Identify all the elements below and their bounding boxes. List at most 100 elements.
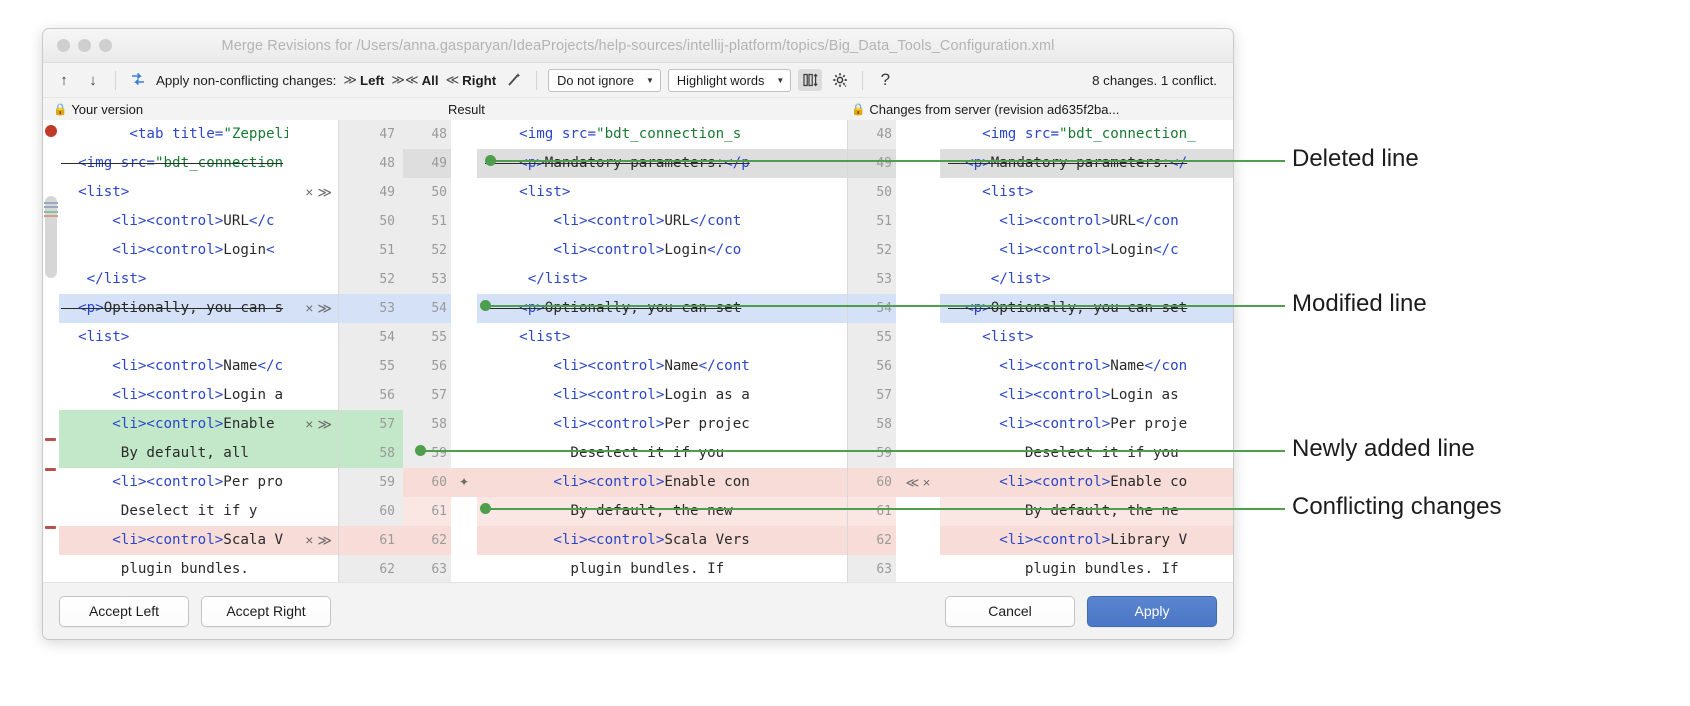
annotation-leader-segment [485, 508, 1285, 510]
right-row[interactable]: 63 plugin bundles. If [848, 555, 1233, 582]
left-row[interactable]: <li><control>URL</c [43, 207, 338, 236]
window-title-bar: Merge Revisions for /Users/anna.gasparya… [43, 29, 1233, 63]
cancel-button[interactable]: Cancel [945, 596, 1075, 627]
result-row[interactable]: 6162 <li><control>Scala Vers [339, 526, 847, 555]
result-line-number: 56 [403, 352, 451, 381]
apply-all-button[interactable]: ≫≪ All [391, 72, 438, 88]
left-row[interactable]: <li><control>Login a [43, 381, 338, 410]
result-row[interactable]: 5152 <li><control>Login</co [339, 236, 847, 265]
magic-wand-icon[interactable] [503, 69, 525, 91]
left-code: </list> [61, 265, 288, 294]
result-row[interactable]: 5354 <p>Optionally, you can set [339, 294, 847, 323]
result-row-marker[interactable]: ✦ [451, 468, 477, 497]
collapse-unchanged-toggle[interactable] [798, 69, 822, 91]
right-line-number: 63 [848, 555, 896, 582]
highlight-policy-select[interactable]: Highlight words ▼ [668, 69, 791, 92]
right-row[interactable]: 49 <p>Mandatory parameters:</ [848, 149, 1233, 178]
left-row[interactable]: <li><control>Login< [43, 236, 338, 265]
help-icon[interactable]: ? [874, 69, 896, 91]
result-row[interactable]: 5051 <li><control>URL</cont [339, 207, 847, 236]
previous-difference-icon[interactable]: ↑ [53, 69, 75, 91]
right-line-number: 60 [848, 468, 896, 497]
right-row[interactable]: 54 <p>Optionally, you can set [848, 294, 1233, 323]
zoom-button[interactable] [99, 39, 112, 52]
result-row[interactable]: 4849 <p>Mandatory parameters:</p [339, 149, 847, 178]
left-line-number: 47 [339, 120, 403, 149]
result-row[interactable]: 5657 <li><control>Login as a [339, 381, 847, 410]
right-row[interactable]: 52 <li><control>Login</c [848, 236, 1233, 265]
right-line-number: 50 [848, 178, 896, 207]
result-row[interactable]: 5455 <list> [339, 323, 847, 352]
right-pane-title: Changes from server (revision ad635f2ba.… [869, 102, 1119, 117]
right-row[interactable]: 58 <li><control>Per proje [848, 410, 1233, 439]
result-editor-pane[interactable]: 4748 <img src="bdt_connection_s4849 <p>M… [339, 120, 847, 582]
right-row[interactable]: 51 <li><control>URL</con [848, 207, 1233, 236]
close-button[interactable] [57, 39, 70, 52]
result-code: <img src="bdt_connection_s [477, 120, 847, 149]
left-row[interactable]: <li><control>Enable× ≫ [43, 410, 338, 439]
right-row[interactable]: 50 <list> [848, 178, 1233, 207]
left-row[interactable]: <li><control>Name</c [43, 352, 338, 381]
right-line-number: 57 [848, 381, 896, 410]
result-row[interactable]: 6263 plugin bundles. If [339, 555, 847, 582]
accept-left-button[interactable]: Accept Left [59, 596, 189, 627]
right-code: <li><control>Name</con [940, 352, 1233, 381]
result-row[interactable]: 5960✦ <li><control>Enable con [339, 468, 847, 497]
left-row[interactable]: plugin bundles. [43, 555, 338, 582]
double-left-icon: ≪ [446, 72, 460, 88]
right-row[interactable]: 53 </list> [848, 265, 1233, 294]
result-row[interactable]: 6061 By default, the new [339, 497, 847, 526]
right-code: <p>Optionally, you can set [940, 294, 1233, 323]
right-row[interactable]: 55 <list> [848, 323, 1233, 352]
right-row[interactable]: 61 By default, the ne [848, 497, 1233, 526]
annotation-leader-segment [490, 160, 1285, 162]
annotation-label: Deleted line [1292, 145, 1419, 173]
right-code: <img src="bdt_connection_ [940, 120, 1233, 149]
minimize-button[interactable] [78, 39, 91, 52]
right-row[interactable]: 56 <li><control>Name</con [848, 352, 1233, 381]
apply-right-button[interactable]: ≪ Right [446, 72, 497, 88]
right-row[interactable]: 59 Deselect it if you [848, 439, 1233, 468]
left-row[interactable]: Deselect it if y [43, 497, 338, 526]
right-row[interactable]: 60≪ × <li><control>Enable co [848, 468, 1233, 497]
minimap-thumb[interactable] [45, 196, 57, 278]
left-pane-header: 🔒 Your version [53, 102, 143, 117]
result-row[interactable]: 4748 <img src="bdt_connection_s [339, 120, 847, 149]
apply-changes-icon[interactable] [127, 69, 149, 91]
left-row[interactable]: <list> [43, 323, 338, 352]
left-row[interactable]: <p>Optionally, you can s× ≫ [43, 294, 338, 323]
left-row[interactable]: <list>× ≫ [43, 178, 338, 207]
result-row[interactable]: 5253 </list> [339, 265, 847, 294]
right-editor-pane[interactable]: 48 <img src="bdt_connection_49 <p>Mandat… [848, 120, 1233, 582]
result-line-number: 60 [403, 468, 451, 497]
ignore-policy-select[interactable]: Do not ignore ▼ [548, 69, 661, 92]
left-line-number: 49 [339, 178, 403, 207]
apply-button[interactable]: Apply [1087, 596, 1217, 627]
left-row-actions[interactable]: × ≫ [288, 526, 338, 555]
left-row[interactable]: By default, all [43, 439, 338, 468]
right-row[interactable]: 48 <img src="bdt_connection_ [848, 120, 1233, 149]
right-row[interactable]: 62 <li><control>Library V [848, 526, 1233, 555]
right-row-actions[interactable]: ≪ × [896, 468, 940, 497]
result-row[interactable]: 5556 <li><control>Name</cont [339, 352, 847, 381]
right-line-number: 55 [848, 323, 896, 352]
accept-right-button[interactable]: Accept Right [201, 596, 331, 627]
right-row[interactable]: 57 <li><control>Login as [848, 381, 1233, 410]
apply-left-button[interactable]: ≫ Left [343, 72, 384, 88]
next-difference-icon[interactable]: ↓ [82, 69, 104, 91]
left-row[interactable]: </list> [43, 265, 338, 294]
left-row[interactable]: <li><control>Per pro [43, 468, 338, 497]
left-error-stripe[interactable] [43, 120, 59, 582]
left-row-actions[interactable]: × ≫ [288, 410, 338, 439]
result-row[interactable]: 5758 <li><control>Per projec [339, 410, 847, 439]
left-row[interactable]: <img src="bdt_connection [43, 149, 338, 178]
left-row-actions[interactable]: × ≫ [288, 178, 338, 207]
left-code: plugin bundles. [61, 555, 288, 582]
left-row[interactable]: <tab title="Zeppelin [43, 120, 338, 149]
left-row-actions[interactable]: × ≫ [288, 294, 338, 323]
result-line-number: 48 [403, 120, 451, 149]
left-editor-pane[interactable]: <tab title="Zeppelin <img src="bdt_conne… [43, 120, 338, 582]
result-row[interactable]: 4950 <list> [339, 178, 847, 207]
left-row[interactable]: <li><control>Scala V× ≫ [43, 526, 338, 555]
gear-icon[interactable] [829, 69, 851, 91]
